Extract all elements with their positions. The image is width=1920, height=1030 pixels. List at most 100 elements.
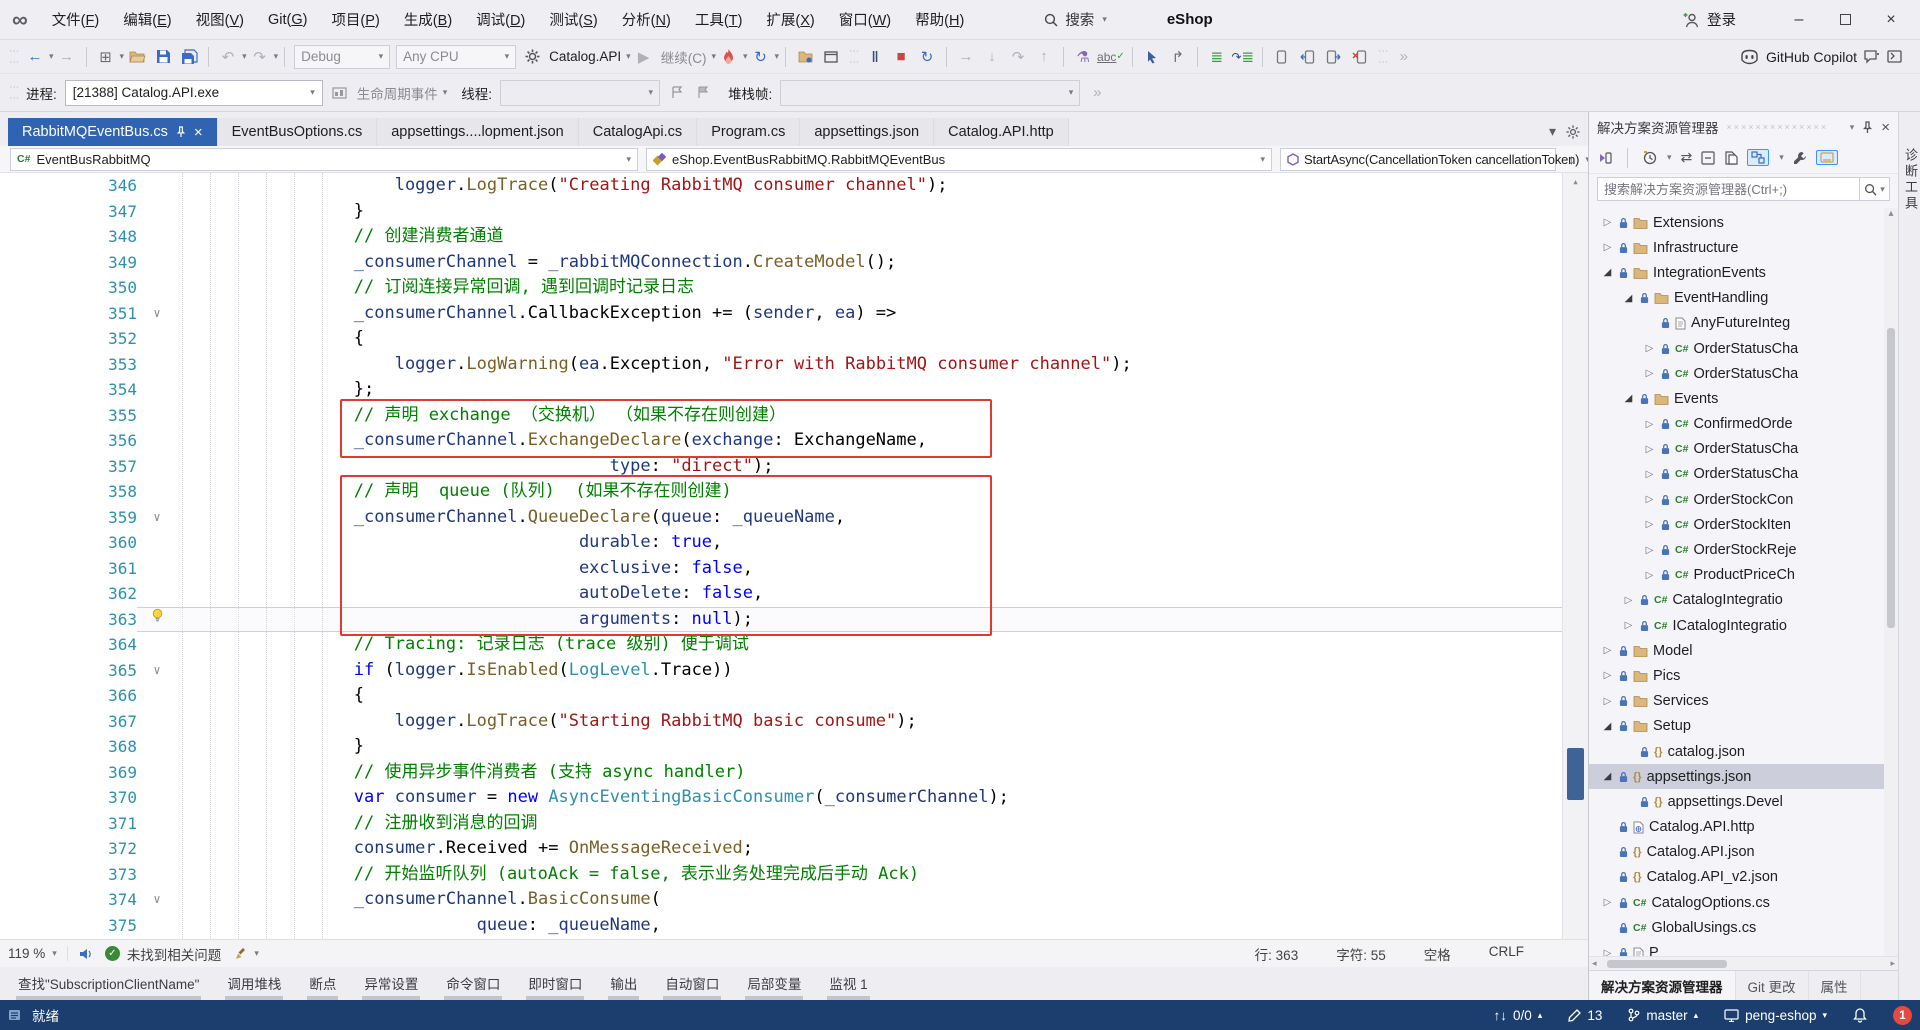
break-all-icon[interactable]: Ⅱ bbox=[863, 45, 887, 69]
pin-tab-icon[interactable] bbox=[176, 126, 186, 138]
code-line-375[interactable]: 375 queue: _queueName, bbox=[0, 913, 1588, 939]
process-dropdown[interactable]: [21388] Catalog.API.exe ▾ bbox=[64, 79, 323, 106]
expanded-arrow-icon[interactable]: ◢ bbox=[1601, 771, 1614, 782]
copilot-chat-icon[interactable] bbox=[1864, 49, 1880, 64]
collapsed-arrow-icon[interactable]: ▷ bbox=[1601, 696, 1614, 707]
collapsed-arrow-icon[interactable]: ▷ bbox=[1643, 519, 1656, 530]
git-sync-button[interactable]: ↑↓ 0/0 ▴ bbox=[1494, 1008, 1543, 1023]
tab-Program.cs[interactable]: Program.cs bbox=[697, 118, 801, 146]
search-box[interactable]: 搜索 ▾ bbox=[1044, 9, 1107, 30]
panel-menu-icon[interactable]: ▾ bbox=[1850, 122, 1855, 133]
previous-bookmark-icon[interactable] bbox=[1296, 45, 1320, 69]
restore-button[interactable] bbox=[1822, 3, 1868, 37]
tree-item-catalog.json[interactable]: {} catalog.json bbox=[1589, 739, 1898, 764]
new-dropdown-icon[interactable]: ▾ bbox=[120, 51, 125, 62]
preview-selected-items-icon[interactable] bbox=[1815, 150, 1838, 165]
close-panel-icon[interactable]: × bbox=[1881, 119, 1890, 136]
fold-margin[interactable] bbox=[137, 352, 177, 378]
fold-margin[interactable] bbox=[137, 377, 177, 403]
solution-platforms-dropdown[interactable]: Any CPU ▾ bbox=[396, 44, 517, 69]
tree-item-GlobalUsings.cs[interactable]: C# GlobalUsings.cs bbox=[1589, 915, 1898, 940]
code-line-346[interactable]: 346 logger.LogTrace("Creating RabbitMQ c… bbox=[0, 173, 1588, 199]
toolbar-overflow-icon[interactable]: » bbox=[1392, 45, 1416, 69]
code-line-361[interactable]: 361 exclusive: false, bbox=[0, 556, 1588, 582]
hot-reload-icon[interactable] bbox=[717, 45, 741, 69]
split-window-icon[interactable]: ↕ bbox=[1568, 151, 1575, 167]
restart-debugging-icon[interactable]: ↻ bbox=[915, 45, 939, 69]
minimize-button[interactable]: – bbox=[1776, 3, 1822, 37]
code-line-359[interactable]: 359 ∨ _consumerChannel.QueueDeclare(queue… bbox=[0, 505, 1588, 531]
code-line-372[interactable]: 372 consumer.Received += OnMessageReceiv… bbox=[0, 836, 1588, 862]
lifecycle-events-icon[interactable] bbox=[328, 81, 352, 105]
project-dropdown[interactable]: C# EventBusRabbitMQ ▾ bbox=[10, 147, 638, 171]
back-dropdown-icon[interactable]: ▾ bbox=[49, 51, 54, 62]
undo-icon[interactable]: ↶ bbox=[216, 45, 240, 69]
pending-changes-filter-icon[interactable] bbox=[1643, 150, 1657, 165]
document-well-options-icon[interactable] bbox=[1566, 123, 1580, 140]
sync-namespaces-icon[interactable]: ⇄ bbox=[1681, 149, 1693, 166]
collapsed-arrow-icon[interactable]: ▷ bbox=[1601, 897, 1614, 908]
code-line-347[interactable]: 347 } bbox=[0, 199, 1588, 225]
tab-EventBusOptions.cs[interactable]: EventBusOptions.cs bbox=[217, 118, 378, 146]
comment-lines-icon[interactable]: ↷ ≣ bbox=[1231, 45, 1255, 69]
tree-scroll-up-icon[interactable]: ▴ bbox=[1888, 208, 1893, 219]
h-scrollbar-thumb[interactable] bbox=[1607, 960, 1727, 968]
bottom-tab-断点[interactable]: 断点 bbox=[297, 971, 348, 1000]
line-indicator[interactable]: 行: 363 bbox=[1255, 944, 1299, 964]
filter-dropdown-icon[interactable]: ▾ bbox=[1667, 152, 1672, 163]
fold-margin[interactable] bbox=[137, 581, 177, 607]
code-line-374[interactable]: 374 ∨ _consumerChannel.BasicConsume( bbox=[0, 887, 1588, 913]
collapsed-arrow-icon[interactable]: ▷ bbox=[1601, 670, 1614, 681]
fold-margin[interactable] bbox=[137, 173, 177, 199]
bottom-tab-局部变量[interactable]: 局部变量 bbox=[735, 971, 813, 1000]
bottom-tab-查找"SubscriptionClientName"[interactable]: 查找"SubscriptionClientName" bbox=[6, 971, 211, 1000]
code-line-348[interactable]: 348 // 创建消费者通道 bbox=[0, 224, 1588, 250]
collapsed-arrow-icon[interactable]: ▷ bbox=[1643, 419, 1656, 430]
code-line-362[interactable]: 362 autoDelete: false, bbox=[0, 581, 1588, 607]
tree-item-appsettings.Devel[interactable]: {} appsettings.Devel bbox=[1589, 789, 1898, 814]
menu-item-窗口(W)[interactable]: 窗口(W) bbox=[829, 4, 901, 35]
code-line-360[interactable]: 360 durable: true, bbox=[0, 530, 1588, 556]
flag-threads-icon[interactable] bbox=[665, 81, 689, 105]
solution-search-input[interactable] bbox=[1597, 177, 1860, 201]
tree-item-OrderStatusCha[interactable]: ▷ C# OrderStatusCha bbox=[1589, 462, 1898, 487]
bottom-tab-调用堆栈[interactable]: 调用堆栈 bbox=[215, 971, 293, 1000]
spell-check-icon[interactable]: abc ✓ bbox=[1097, 45, 1125, 69]
lightbulb-icon[interactable] bbox=[151, 608, 164, 623]
scroll-up-icon[interactable]: ▴ bbox=[1572, 173, 1579, 191]
switch-views-icon[interactable] bbox=[1597, 151, 1612, 165]
sync-with-active-document-icon[interactable] bbox=[1747, 149, 1770, 166]
bottom-tab-自动窗口[interactable]: 自动窗口 bbox=[653, 971, 731, 1000]
code-line-356[interactable]: 356 _consumerChannel.ExchangeDeclare(exc… bbox=[0, 428, 1588, 454]
tab-RabbitMQEventBus.cs[interactable]: RabbitMQEventBus.cs × bbox=[8, 118, 218, 146]
code-line-352[interactable]: 352 { bbox=[0, 326, 1588, 352]
menu-item-视图(V)[interactable]: 视图(V) bbox=[186, 4, 254, 35]
type-dropdown[interactable]: eShop.EventBusRabbitMQ.RabbitMQEventBus ▾ bbox=[646, 147, 1272, 171]
solution-configurations-dropdown[interactable]: Debug ▾ bbox=[294, 44, 391, 69]
browse-with-icon[interactable] bbox=[793, 45, 817, 69]
code-line-368[interactable]: 368 } bbox=[0, 734, 1588, 760]
accessibility-icon[interactable] bbox=[78, 947, 93, 961]
lifecycle-dropdown-icon[interactable]: ▾ bbox=[443, 87, 448, 98]
tree-vertical-scrollbar[interactable]: ▴ bbox=[1884, 208, 1898, 956]
tab-list-dropdown-icon[interactable]: ▾ bbox=[1549, 123, 1556, 140]
fold-margin[interactable] bbox=[137, 913, 177, 939]
tree-item-Events[interactable]: ◢ Events bbox=[1589, 386, 1898, 411]
tab-diagnostic-tools[interactable]: 诊断工具 bbox=[1899, 148, 1920, 212]
startup-project-dropdown[interactable]: Catalog.API bbox=[549, 49, 621, 64]
scroll-right-icon[interactable]: ▸ bbox=[1887, 958, 1898, 969]
editor-vertical-scrollbar[interactable]: ▴ bbox=[1562, 173, 1588, 939]
continue-dropdown-icon[interactable]: ▾ bbox=[711, 51, 716, 62]
tree-item-OrderStockCon[interactable]: ▷ C# OrderStockCon bbox=[1589, 487, 1898, 512]
tree-item-P[interactable]: ▷ P bbox=[1589, 940, 1898, 956]
spaces-indicator[interactable]: 空格 bbox=[1424, 944, 1451, 964]
restart-app-icon[interactable]: ↻ bbox=[749, 45, 773, 69]
syntax-visualizer-icon[interactable]: ⚗ bbox=[1071, 45, 1095, 69]
sign-in-button[interactable]: 登录 bbox=[1683, 9, 1736, 30]
continue-icon[interactable]: ▶ bbox=[632, 45, 656, 69]
tree-item-ConfirmedOrde[interactable]: ▷ C# ConfirmedOrde bbox=[1589, 412, 1898, 437]
toolbar-grip[interactable]: ⋮⋮ bbox=[8, 82, 19, 104]
show-all-files-icon[interactable] bbox=[1724, 150, 1738, 165]
tree-item-OrderStatusCha[interactable]: ▷ C# OrderStatusCha bbox=[1589, 336, 1898, 361]
step-into-icon[interactable]: ↓ bbox=[980, 45, 1004, 69]
